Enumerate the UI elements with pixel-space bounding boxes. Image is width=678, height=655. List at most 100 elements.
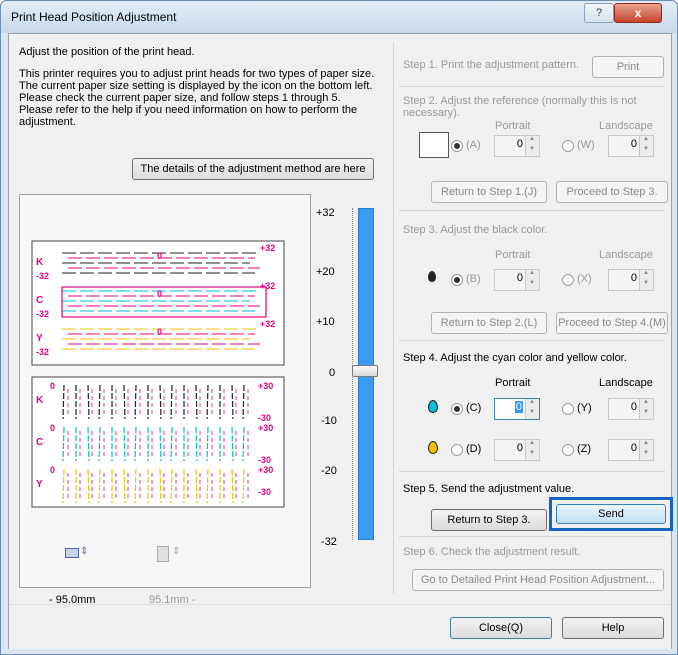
radio-d[interactable] xyxy=(451,444,463,456)
intro-line: Please refer to the help if you need inf… xyxy=(19,104,358,116)
spinner-arrows-icon[interactable] xyxy=(525,399,539,419)
send-button[interactable]: Send xyxy=(556,504,666,524)
step2-portrait-label: Portrait xyxy=(495,120,531,132)
intro-line: adjustment. xyxy=(19,116,76,128)
step2-landscape-label: Landscape xyxy=(599,120,653,132)
pattern-bottom-zero-c: 0 xyxy=(50,423,56,433)
value-y-spinner[interactable]: 0 xyxy=(608,398,654,420)
pattern-bottom-row-k: K xyxy=(36,395,44,406)
value-a: 0 xyxy=(516,138,523,150)
slider-thumb[interactable] xyxy=(352,365,378,377)
step4-landscape-label: Landscape xyxy=(599,377,653,389)
step4-label: Step 4. Adjust the cyan color and yellow… xyxy=(403,352,627,364)
slider-tick-neg20: -20 xyxy=(321,465,337,477)
pattern-top-plus-c: +32 xyxy=(260,281,276,291)
radio-x-label: (X) xyxy=(577,273,592,285)
title-close-button[interactable]: x xyxy=(614,3,662,23)
details-button[interactable]: The details of the adjustment method are… xyxy=(132,158,374,180)
slider-tick-neg32: -32 xyxy=(321,536,337,548)
pattern-bottom-frame xyxy=(31,376,285,508)
pattern-bottom-plus-y: +30 xyxy=(258,465,274,475)
radio-a[interactable] xyxy=(451,140,463,152)
value-z-spinner[interactable]: 0 xyxy=(608,439,654,461)
slider-tick-neg10: -10 xyxy=(321,415,337,427)
pattern-top-plus-k: +32 xyxy=(260,243,276,253)
proceed-step3-button[interactable]: Proceed to Step 3. xyxy=(556,181,668,203)
step2-label: Step 2. Adjust the reference (normally t… xyxy=(403,95,637,107)
pattern-preview: K C Y +32 +32 +32 -32 -32 -32 0 0 0 K C … xyxy=(19,194,311,588)
radio-z[interactable] xyxy=(562,444,574,456)
radio-w[interactable] xyxy=(562,140,574,152)
detailed-adjustment-button[interactable]: Go to Detailed Print Head Position Adjus… xyxy=(412,569,664,591)
radio-y-label: (Y) xyxy=(577,402,592,414)
help-button[interactable]: Help xyxy=(562,617,664,639)
yellow-ink-drop-icon xyxy=(428,441,438,454)
step-separator xyxy=(399,210,665,211)
pattern-top-minus-y: -32 xyxy=(36,347,50,357)
radio-b[interactable] xyxy=(451,274,463,286)
pattern-top-plus-y: +32 xyxy=(260,319,276,329)
intro-line: This printer requires you to adjust prin… xyxy=(19,68,375,80)
return-step2-button[interactable]: Return to Step 2.(L) xyxy=(431,312,547,334)
title-help-button[interactable]: ? xyxy=(584,3,614,23)
radio-x[interactable] xyxy=(562,274,574,286)
spinner-arrows-icon[interactable] xyxy=(639,399,653,419)
cyan-ink-drop-icon xyxy=(428,400,438,413)
radio-d-label: (D) xyxy=(466,443,482,455)
radio-y[interactable] xyxy=(562,403,574,415)
value-d: 0 xyxy=(516,442,523,454)
slider-tick-20: +20 xyxy=(316,266,335,278)
value-b-spinner[interactable]: 0 xyxy=(494,269,540,291)
spinner-arrows-icon[interactable] xyxy=(525,270,539,290)
proceed-step4-button[interactable]: Proceed to Step 4.(M) xyxy=(556,312,668,334)
return-step1-button[interactable]: Return to Step 1.(J) xyxy=(431,181,547,203)
step2-label-line2: necessary). xyxy=(403,107,460,119)
value-a-spinner[interactable]: 0 xyxy=(494,135,540,157)
slider-tick-10: +10 xyxy=(316,316,335,328)
panel-divider xyxy=(393,42,394,594)
pattern-top-zero-c: 0 xyxy=(157,289,163,299)
paper-landscape-icon xyxy=(65,548,79,558)
title-bar: Print Head Position Adjustment ? x xyxy=(1,1,677,33)
value-c-spinner[interactable]: 0 xyxy=(494,398,540,420)
pattern-bottom-zero-k: 0 xyxy=(50,381,56,391)
pattern-bottom-minus-y: -30 xyxy=(258,487,272,497)
close-button[interactable]: Close(Q) xyxy=(450,617,552,639)
dialog-window: Print Head Position Adjustment ? x Adjus… xyxy=(0,0,678,655)
value-w: 0 xyxy=(630,138,637,150)
radio-b-label: (B) xyxy=(466,273,481,285)
step4-portrait-label: Portrait xyxy=(495,377,531,389)
step3-label: Step 3. Adjust the black color. xyxy=(403,224,548,236)
pattern-top-minus-c: -32 xyxy=(36,309,50,319)
radio-c[interactable] xyxy=(451,403,463,415)
value-d-spinner[interactable]: 0 xyxy=(494,439,540,461)
step6-label: Step 6. Check the adjustment result. xyxy=(403,546,581,558)
step1-label: Step 1. Print the adjustment pattern. xyxy=(403,59,580,71)
window-title: Print Head Position Adjustment xyxy=(11,10,177,24)
value-c: 0 xyxy=(514,401,523,413)
step-separator xyxy=(399,340,665,341)
spinner-arrows-icon[interactable] xyxy=(525,440,539,460)
pattern-bottom-plus-c: +30 xyxy=(258,423,274,433)
spinner-arrows-icon[interactable] xyxy=(525,136,539,156)
value-y: 0 xyxy=(630,401,637,413)
pattern-top-row-y: Y xyxy=(36,333,43,344)
spinner-arrows-icon[interactable] xyxy=(639,136,653,156)
step3-landscape-label: Landscape xyxy=(599,249,653,261)
print-button[interactable]: Print xyxy=(592,56,664,78)
paper-portrait-icon xyxy=(157,546,169,562)
pattern-bottom-minus-c: -30 xyxy=(258,455,272,465)
value-b: 0 xyxy=(516,272,523,284)
pattern-bottom-row-c: C xyxy=(36,437,44,448)
pattern-bottom-zero-y: 0 xyxy=(50,465,56,475)
value-w-spinner[interactable]: 0 xyxy=(608,135,654,157)
value-x-spinner[interactable]: 0 xyxy=(608,269,654,291)
preview-svg xyxy=(31,240,285,508)
intro-line: Please check the current paper size, and… xyxy=(19,92,341,104)
radio-w-label: (W) xyxy=(577,139,595,151)
pattern-top-row-c: C xyxy=(36,295,44,306)
pattern-bottom-row-y: Y xyxy=(36,479,43,490)
spinner-arrows-icon[interactable] xyxy=(639,440,653,460)
return-step3-button[interactable]: Return to Step 3. xyxy=(431,509,547,531)
spinner-arrows-icon[interactable] xyxy=(639,270,653,290)
